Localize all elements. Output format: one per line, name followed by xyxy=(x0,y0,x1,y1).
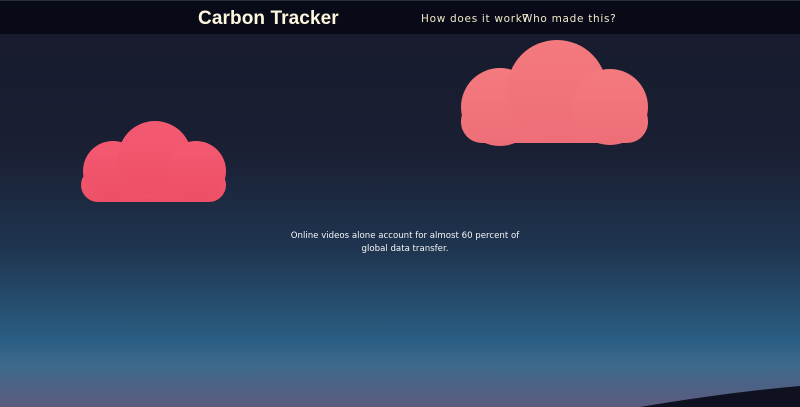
top-navigation-bar: Carbon Tracker How does it work? Who mad… xyxy=(0,0,800,34)
nav-link-who-made-this[interactable]: Who made this? xyxy=(522,13,616,25)
ground-hill xyxy=(640,386,800,407)
cloud-right xyxy=(461,40,648,146)
crescent-moon xyxy=(400,130,445,211)
nav-link-how-it-works[interactable]: How does it work? xyxy=(421,13,529,25)
fact-text: Online videos alone account for almost 6… xyxy=(290,231,520,254)
brand-logo-text[interactable]: Carbon Tracker xyxy=(198,8,339,30)
cloud-left xyxy=(81,121,226,202)
background-scene xyxy=(81,40,800,407)
